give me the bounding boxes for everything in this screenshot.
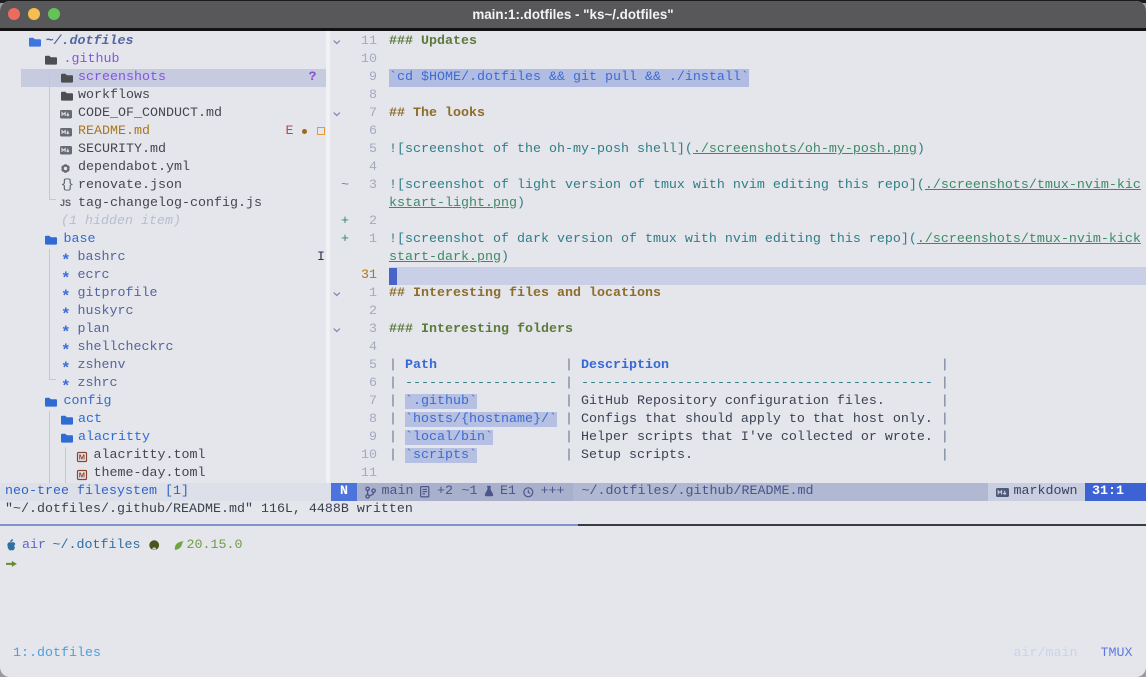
- svg-text:M: M: [79, 452, 85, 461]
- svg-text:M: M: [79, 470, 85, 479]
